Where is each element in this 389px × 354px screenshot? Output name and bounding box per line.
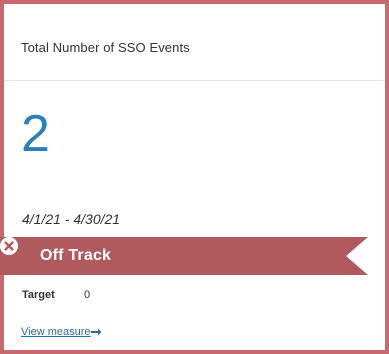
status-label: Off Track — [40, 247, 112, 264]
x-circle-icon — [0, 237, 18, 255]
card-header: Total Number of SSO Events — [4, 4, 385, 81]
view-measure-link[interactable]: View measure — [21, 326, 91, 338]
measure-value: 2 — [21, 105, 50, 163]
target-label: Target — [22, 289, 55, 301]
card-title: Total Number of SSO Events — [21, 40, 190, 55]
status-ribbon: Off Track — [0, 237, 368, 275]
arrow-right-icon[interactable] — [90, 327, 102, 337]
date-range: 4/1/21 - 4/30/21 — [22, 211, 121, 227]
measure-card: Total Number of SSO Events 2 4/1/21 - 4/… — [0, 0, 389, 354]
target-value: 0 — [84, 289, 91, 301]
